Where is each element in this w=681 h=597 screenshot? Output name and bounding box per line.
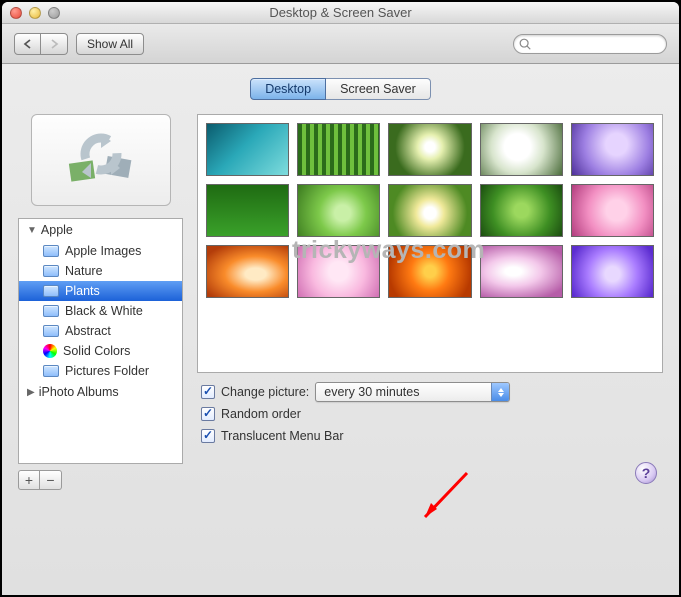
wallpaper-thumb[interactable]: [206, 184, 289, 237]
sidebar-item-solid-colors[interactable]: Solid Colors: [19, 341, 182, 361]
sidebar-item-plants[interactable]: Plants: [19, 281, 182, 301]
forward-icon: [49, 39, 59, 49]
back-icon: [23, 39, 33, 49]
tab-desktop[interactable]: Desktop: [250, 78, 326, 100]
sidebar-item-label: Solid Colors: [63, 344, 130, 358]
group-label: Apple: [41, 223, 73, 237]
wallpaper-thumb[interactable]: [388, 123, 471, 176]
dropdown-arrows-icon: [491, 383, 509, 401]
sidebar-item-nature[interactable]: Nature: [19, 261, 182, 281]
add-remove-buttons: + −: [18, 470, 183, 490]
minimize-button[interactable]: [29, 7, 41, 19]
folder-icon: [43, 245, 59, 257]
toolbar: Show All: [2, 24, 679, 64]
wallpaper-thumb[interactable]: [571, 123, 654, 176]
folder-icon: [43, 325, 59, 337]
wallpaper-thumb[interactable]: [206, 245, 289, 298]
dropdown-value: every 30 minutes: [324, 381, 419, 403]
group-label: iPhoto Albums: [39, 385, 119, 399]
prefs-window: Desktop & Screen Saver Show All Desktop …: [2, 2, 679, 595]
wallpaper-thumb[interactable]: [480, 245, 563, 298]
back-button[interactable]: [14, 33, 41, 55]
sidebar-item-label: Nature: [65, 264, 103, 278]
search-input[interactable]: [513, 34, 667, 54]
translucent-menubar-checkbox[interactable]: [201, 429, 215, 443]
folder-icon: [43, 305, 59, 317]
folder-icon: [43, 285, 59, 297]
folder-icon: [43, 265, 59, 277]
remove-source-button[interactable]: −: [40, 470, 62, 490]
help-button[interactable]: ?: [635, 462, 657, 484]
change-picture-label: Change picture:: [221, 381, 309, 403]
add-source-button[interactable]: +: [18, 470, 40, 490]
change-picture-interval-dropdown[interactable]: every 30 minutes: [315, 382, 510, 402]
tab-switcher: Desktop Screen Saver: [18, 78, 663, 100]
group-iphoto[interactable]: ▶ iPhoto Albums: [19, 381, 182, 403]
wallpaper-thumb[interactable]: [480, 123, 563, 176]
translucent-menubar-label: Translucent Menu Bar: [221, 425, 344, 447]
disclosure-triangle-icon: ▶: [27, 387, 35, 398]
show-all-button[interactable]: Show All: [76, 33, 144, 55]
wallpaper-thumb[interactable]: [571, 245, 654, 298]
wallpaper-thumb[interactable]: [388, 184, 471, 237]
sidebar-item-apple-images[interactable]: Apple Images: [19, 241, 182, 261]
random-order-label: Random order: [221, 403, 301, 425]
zoom-button[interactable]: [48, 7, 60, 19]
wallpaper-thumb[interactable]: [297, 184, 380, 237]
sidebar-item-label: Pictures Folder: [65, 364, 149, 378]
sidebar-item-label: Apple Images: [65, 244, 141, 258]
search-icon: [518, 37, 532, 51]
change-picture-checkbox[interactable]: [201, 385, 215, 399]
desktop-options: Change picture: every 30 minutes Random …: [197, 373, 663, 447]
sidebar-item-label: Black & White: [65, 304, 143, 318]
sidebar-item-label: Plants: [65, 284, 100, 298]
sidebar-item-black-white[interactable]: Black & White: [19, 301, 182, 321]
random-order-checkbox[interactable]: [201, 407, 215, 421]
watermark-text: trickyways.com: [292, 236, 485, 265]
source-list[interactable]: ▼ Apple Apple Images Nature Plants Black…: [18, 218, 183, 464]
titlebar[interactable]: Desktop & Screen Saver: [2, 2, 679, 24]
forward-button[interactable]: [41, 33, 68, 55]
folder-icon: [43, 365, 59, 377]
close-button[interactable]: [10, 7, 22, 19]
disclosure-triangle-icon: ▼: [27, 225, 37, 236]
group-apple[interactable]: ▼ Apple: [19, 219, 182, 241]
content-area: Desktop Screen Saver ▼: [2, 64, 679, 504]
wallpaper-thumb[interactable]: [297, 123, 380, 176]
traffic-lights: [2, 7, 60, 19]
rainbow-icon: [43, 344, 57, 358]
wallpaper-thumb[interactable]: [480, 184, 563, 237]
desktop-preview: [31, 114, 171, 206]
recycle-icon: [66, 132, 136, 188]
sidebar-item-pictures-folder[interactable]: Pictures Folder: [19, 361, 182, 381]
wallpaper-thumb[interactable]: [206, 123, 289, 176]
sidebar-item-abstract[interactable]: Abstract: [19, 321, 182, 341]
nav-buttons: [14, 33, 68, 55]
wallpaper-thumb[interactable]: [571, 184, 654, 237]
tab-screen-saver[interactable]: Screen Saver: [326, 78, 431, 100]
sidebar-item-label: Abstract: [65, 324, 111, 338]
window-title: Desktop & Screen Saver: [2, 5, 679, 20]
